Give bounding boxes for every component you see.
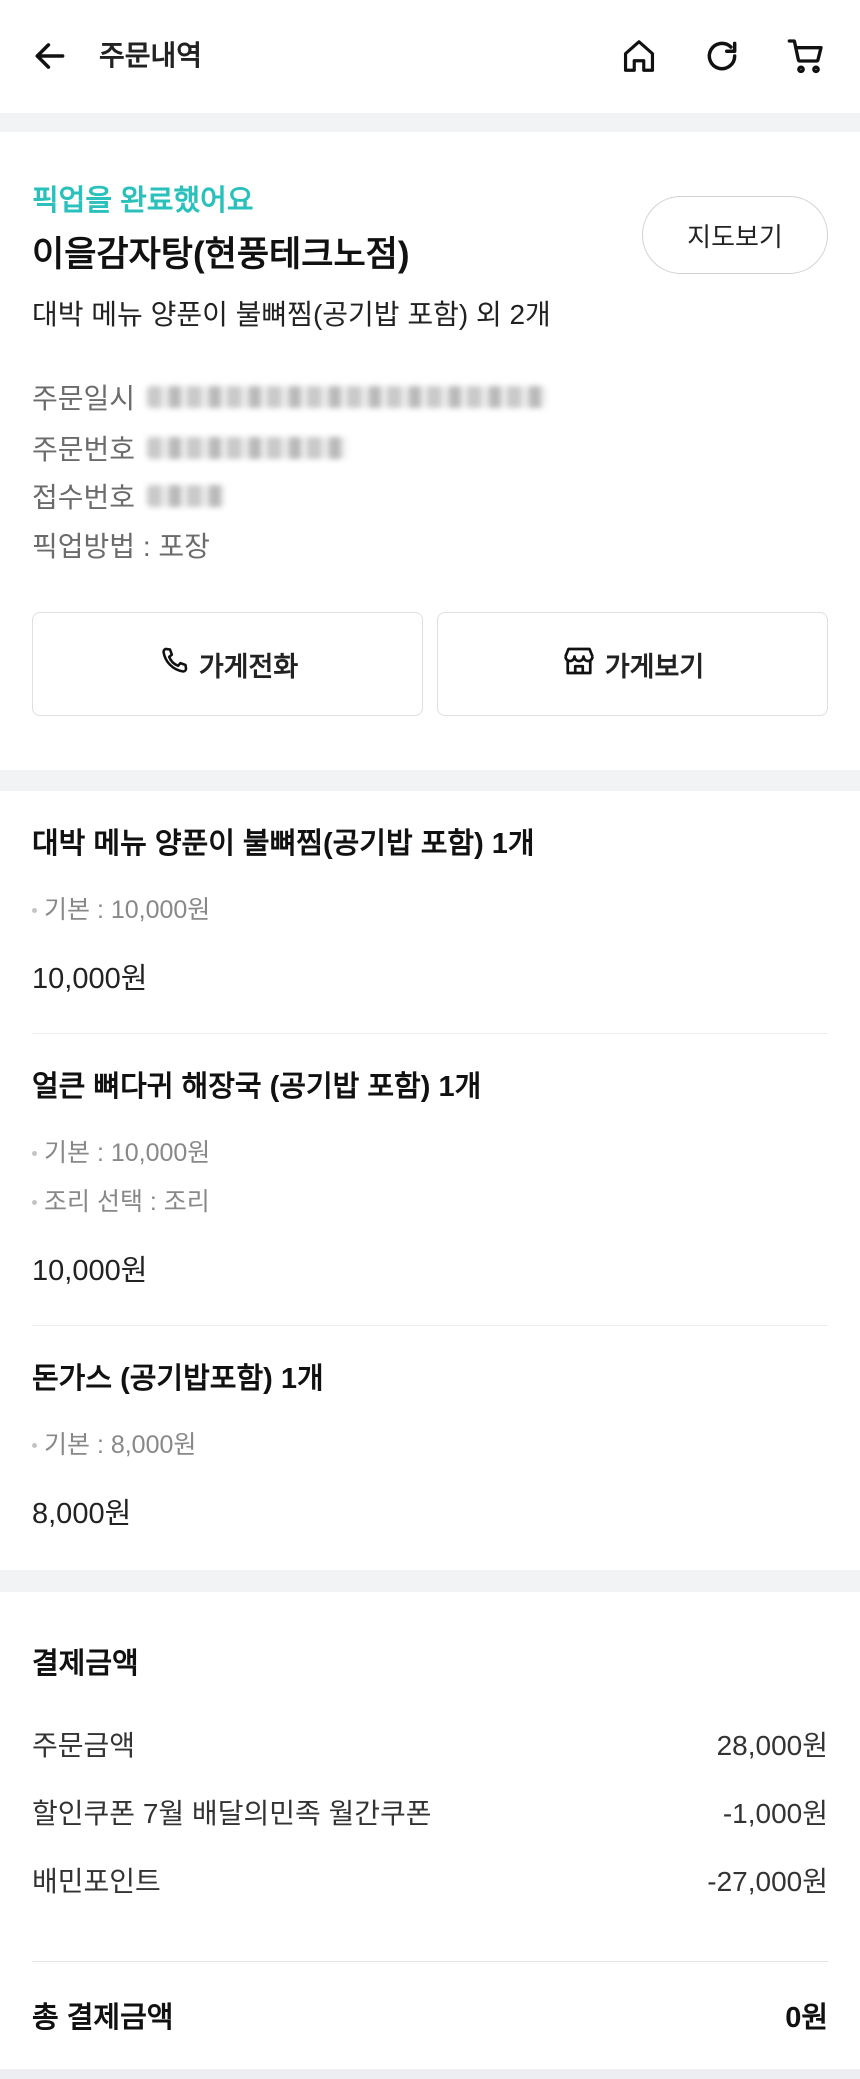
item-price: 8,000원 xyxy=(32,1498,132,1530)
item-option: 기본 : 8,000원 xyxy=(32,1421,828,1470)
map-button[interactable]: 지도보기 xyxy=(642,196,828,274)
payment-row-value: 28,000원 xyxy=(716,1730,828,1761)
order-number-row: 주문번호 xyxy=(32,430,348,466)
store-icon xyxy=(561,643,597,686)
item-options: 기본 : 8,000원 xyxy=(32,1421,828,1470)
pickup-method-row: 픽업방법 : 포장 xyxy=(32,527,210,563)
order-status: 픽업을 완료했어요 xyxy=(32,185,254,217)
item-price: 10,000원 xyxy=(32,963,148,995)
payment-title: 결제금액 xyxy=(32,1648,139,1680)
phone-icon xyxy=(157,644,191,685)
redacted-receipt-number xyxy=(147,485,226,507)
redacted-order-number xyxy=(147,437,348,459)
call-store-label: 가게전화 xyxy=(198,651,299,682)
order-menu-summary: 대박 메뉴 양푼이 불뼈찜(공기밥 포함) 외 2개 xyxy=(32,299,551,330)
payment-row-order-amount: 주문금액 28,000원 xyxy=(32,1710,828,1778)
pickup-method: 픽업방법 : 포장 xyxy=(32,531,210,562)
payment-breakdown: 주문금액 28,000원 할인쿠폰 7월 배달의민족 월간쿠폰 -1,000원 … xyxy=(32,1710,828,1914)
item-option: 기본 : 10,000원 xyxy=(32,886,828,935)
item-options: 기본 : 10,000원 조리 선택 : 조리 xyxy=(32,1129,828,1227)
receipt-number-row: 접수번호 xyxy=(32,478,226,514)
payment-row-label: 배민포인트 xyxy=(32,1866,161,1897)
item-name: 얼큰 뼈다귀 해장국 (공기밥 포함) 1개 xyxy=(32,1071,482,1103)
cart-icon[interactable] xyxy=(786,36,826,76)
home-icon[interactable] xyxy=(619,36,659,76)
total-value: 0원 xyxy=(785,2002,828,2034)
payment-divider xyxy=(32,1961,828,1962)
order-summary-section: 픽업을 완료했어요 이을감자탕(현풍테크노점) 지도보기 대박 메뉴 양푼이 불… xyxy=(0,132,860,770)
payment-row-value: -1,000원 xyxy=(722,1798,828,1829)
redacted-order-date xyxy=(147,386,548,408)
section-divider xyxy=(0,113,860,132)
list-item: 얼큰 뼈다귀 해장국 (공기밥 포함) 1개 기본 : 10,000원 조리 선… xyxy=(32,1034,828,1326)
payment-row-coupon: 할인쿠폰 7월 배달의민족 월간쿠폰 -1,000원 xyxy=(32,1778,828,1846)
payment-row-label: 할인쿠폰 7월 배달의민족 월간쿠폰 xyxy=(32,1798,432,1829)
call-store-button[interactable]: 가게전화 xyxy=(32,612,423,716)
section-divider xyxy=(0,1570,860,1592)
payment-row-points: 배민포인트 -27,000원 xyxy=(32,1846,828,1914)
payment-section: 결제금액 주문금액 28,000원 할인쿠폰 7월 배달의민족 월간쿠폰 -1,… xyxy=(0,1592,860,2069)
payment-row-label: 주문금액 xyxy=(32,1730,136,1761)
section-divider xyxy=(0,770,860,791)
item-options: 기본 : 10,000원 xyxy=(32,886,828,935)
payment-row-value: -27,000원 xyxy=(707,1866,828,1897)
receipt-number-label: 접수번호 xyxy=(32,482,136,513)
list-item: 돈가스 (공기밥포함) 1개 기본 : 8,000원 8,000원 xyxy=(32,1326,828,1568)
back-arrow-icon[interactable] xyxy=(30,36,70,76)
refresh-icon[interactable] xyxy=(702,36,742,76)
bottom-divider xyxy=(0,2069,860,2079)
total-label: 총 결제금액 xyxy=(32,2002,174,2034)
view-store-label: 가게보기 xyxy=(604,651,705,682)
order-date-label: 주문일시 xyxy=(32,383,136,414)
store-name: 이을감자탕(현풍테크노점) xyxy=(32,235,410,274)
item-name: 돈가스 (공기밥포함) 1개 xyxy=(32,1363,324,1395)
top-app-bar: 주문내역 xyxy=(0,0,860,113)
order-date-row: 주문일시 xyxy=(32,379,548,415)
store-actions: 가게전화 가게보기 xyxy=(32,612,828,716)
payment-total-row: 총 결제금액 0원 xyxy=(32,1997,828,2034)
item-option: 기본 : 10,000원 xyxy=(32,1129,828,1178)
order-number-label: 주문번호 xyxy=(32,434,136,465)
item-price: 10,000원 xyxy=(32,1255,148,1287)
ordered-items-section: 대박 메뉴 양푼이 불뼈찜(공기밥 포함) 1개 기본 : 10,000원 10… xyxy=(0,791,860,1570)
page-title: 주문내역 xyxy=(99,40,203,71)
view-store-button[interactable]: 가게보기 xyxy=(437,612,828,716)
item-option: 조리 선택 : 조리 xyxy=(32,1178,828,1227)
item-name: 대박 메뉴 양푼이 불뼈찜(공기밥 포함) 1개 xyxy=(32,828,535,860)
list-item: 대박 메뉴 양푼이 불뼈찜(공기밥 포함) 1개 기본 : 10,000원 10… xyxy=(32,791,828,1034)
